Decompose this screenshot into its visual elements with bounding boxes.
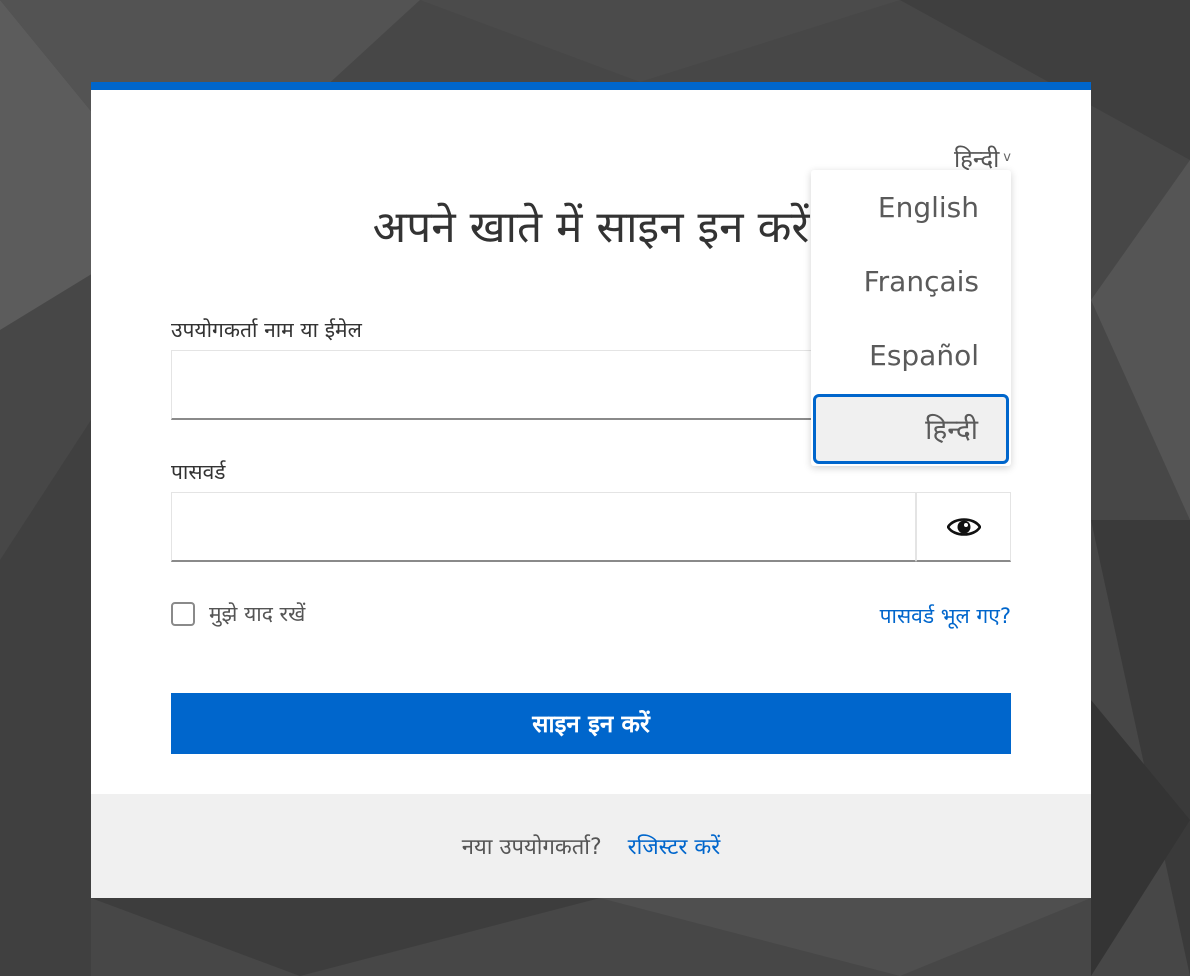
show-password-button[interactable] — [916, 492, 1011, 562]
language-option-french[interactable]: Français — [811, 244, 1011, 318]
registration-footer: नया उपयोगकर्ता? रजिस्टर करें — [91, 794, 1091, 898]
remember-me-label[interactable]: मुझे याद रखें — [209, 600, 305, 628]
password-input[interactable] — [171, 492, 916, 562]
language-option-hindi[interactable]: हिन्दी — [813, 394, 1009, 464]
register-link[interactable]: रजिस्टर करें — [628, 831, 721, 861]
chevron-down-icon[interactable]: v — [1003, 150, 1011, 165]
remember-me-checkbox[interactable] — [171, 602, 195, 626]
eye-icon — [946, 517, 981, 536]
password-label: पासवर्ड — [171, 460, 226, 484]
forgot-password-link[interactable]: पासवर्ड भूल गए? — [880, 602, 1011, 630]
language-option-english[interactable]: English — [811, 170, 1011, 244]
username-label: उपयोगकर्ता नाम या ईमेल — [171, 318, 362, 342]
language-option-spanish[interactable]: Español — [811, 318, 1011, 392]
password-field-group — [171, 492, 1011, 562]
sign-in-button[interactable]: साइन इन करें — [171, 693, 1011, 754]
language-dropdown-menu: English Français Español हिन्दी — [811, 170, 1011, 466]
new-user-text: नया उपयोगकर्ता? — [461, 835, 602, 860]
remember-me[interactable]: मुझे याद रखें — [171, 600, 305, 628]
